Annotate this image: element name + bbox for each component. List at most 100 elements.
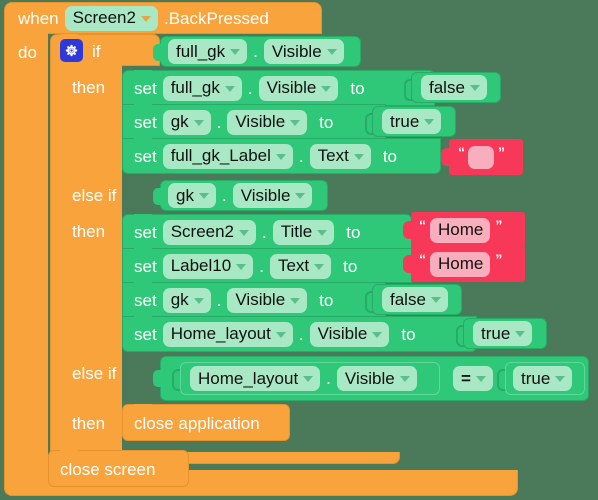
- text-block-2-2-plug: [403, 255, 413, 273]
- text-value-field-2-1[interactable]: Home: [430, 217, 491, 243]
- setter-1-2-to-label: to: [319, 112, 334, 132]
- chevron-down-icon[interactable]: [424, 119, 435, 125]
- chevron-down-icon[interactable]: [372, 331, 383, 338]
- chevron-down-icon[interactable]: [193, 297, 204, 304]
- setter-2-2-property: Text: [277, 256, 310, 275]
- chevron-down-icon[interactable]: [317, 229, 328, 236]
- setter-1-1-dot: .: [247, 78, 253, 98]
- chevron-down-icon[interactable]: [326, 49, 337, 55]
- condition-3-plug: [153, 370, 162, 387]
- setter-2-4-property-field[interactable]: Visible: [309, 321, 390, 347]
- condition-1-property-field[interactable]: Visible: [263, 39, 344, 64]
- chevron-down-icon[interactable]: [239, 229, 250, 236]
- text-value-field-empty[interactable]: [468, 145, 494, 169]
- setter-2-1-to-label: to: [346, 222, 361, 242]
- setter-2-2-dot: .: [259, 256, 264, 276]
- chevron-down-icon[interactable]: [275, 153, 286, 160]
- when-label: when: [18, 8, 59, 28]
- chevron-down-icon[interactable]: [275, 331, 286, 338]
- chevron-down-icon[interactable]: [399, 376, 410, 382]
- condition-1-component-field[interactable]: full_gk: [168, 39, 248, 64]
- chevron-down-icon[interactable]: [236, 263, 247, 270]
- setter-1-3-property-field[interactable]: Text: [309, 143, 371, 169]
- condition-1-dot: .: [253, 42, 258, 61]
- comparison-operator-field[interactable]: =: [453, 366, 493, 391]
- if-label-row: if: [92, 40, 101, 62]
- setter-2-4-component-field[interactable]: Home_layout: [162, 321, 293, 347]
- then-label-3: then: [72, 413, 106, 433]
- chevron-down-icon[interactable]: [321, 85, 332, 92]
- chevron-down-icon[interactable]: [303, 376, 314, 382]
- text-value-field-2-2[interactable]: Home: [430, 251, 491, 277]
- setter-2-1-dot: .: [262, 222, 267, 242]
- chevron-down-icon[interactable]: [198, 193, 209, 199]
- setter-1-2-property-field[interactable]: Visible: [227, 109, 308, 135]
- close-application-row: close application: [134, 411, 260, 435]
- setter-2-1-row: set Screen2 . Title to: [134, 219, 360, 245]
- setter-2-4-to-label: to: [401, 324, 416, 344]
- set-label: set: [134, 112, 157, 132]
- setter-1-3-component-field[interactable]: full_gk_Label: [162, 143, 293, 169]
- chevron-down-icon[interactable]: [295, 193, 306, 199]
- logic-value-1-1: false: [429, 77, 465, 97]
- text-block-empty-row: “ ”: [458, 144, 505, 169]
- open-quote: “: [458, 144, 465, 160]
- chevron-down-icon[interactable]: [140, 15, 151, 22]
- condition-2-component-field[interactable]: gk: [168, 183, 216, 208]
- setter-2-3-property: Visible: [235, 290, 286, 309]
- logic-value-field-2-4[interactable]: true: [473, 321, 533, 346]
- logic-value-1-2: true: [390, 111, 420, 131]
- chevron-down-icon[interactable]: [314, 263, 325, 270]
- setter-1-2-component-field[interactable]: gk: [162, 109, 211, 135]
- chevron-down-icon[interactable]: [193, 119, 204, 126]
- chevron-down-icon[interactable]: [353, 153, 364, 160]
- condition-3-getter-row: Home_layout . Visible: [190, 366, 417, 391]
- setter-2-3-component-field[interactable]: gk: [162, 287, 211, 313]
- setter-1-1-component-field[interactable]: full_gk: [162, 75, 242, 101]
- mutator-gear-button[interactable]: [60, 39, 83, 62]
- condition-3-property-field[interactable]: Visible: [336, 366, 417, 391]
- set-label: set: [134, 324, 157, 344]
- chevron-down-icon[interactable]: [475, 376, 486, 382]
- logic-value-field-1-2[interactable]: true: [382, 109, 442, 134]
- chevron-down-icon[interactable]: [469, 85, 480, 91]
- chevron-down-icon[interactable]: [290, 119, 301, 126]
- setter-2-2-component-field[interactable]: Label10: [162, 253, 254, 279]
- setter-2-1-property-field[interactable]: Title: [272, 219, 335, 245]
- condition-3-component-field[interactable]: Home_layout: [190, 366, 321, 391]
- chevron-down-icon[interactable]: [290, 297, 301, 304]
- condition-3-right-field[interactable]: true: [513, 366, 573, 391]
- text-block-2-2-row: “ Home ”: [419, 251, 502, 277]
- setter-1-3-to-label: to: [382, 146, 397, 166]
- then-label-2: then: [72, 221, 106, 241]
- chevron-down-icon[interactable]: [230, 49, 241, 55]
- chevron-down-icon[interactable]: [555, 376, 566, 382]
- setter-2-3-property-field[interactable]: Visible: [227, 287, 308, 313]
- do-row: do: [18, 42, 37, 62]
- if-label: if: [92, 41, 101, 61]
- condition-1-row: full_gk . Visible: [168, 39, 344, 64]
- logic-value-field-2-3[interactable]: false: [382, 287, 448, 312]
- chevron-down-icon[interactable]: [224, 85, 235, 92]
- setter-1-3-dot: .: [298, 146, 304, 166]
- comparison-operator: =: [461, 368, 471, 388]
- condition-2-component: gk: [176, 185, 194, 205]
- setter-2-4-dot: .: [298, 324, 304, 344]
- else-if-1-row: else if: [72, 184, 116, 206]
- setter-2-1-component-field[interactable]: Screen2: [162, 219, 257, 245]
- event-component-field[interactable]: Screen2: [64, 5, 158, 31]
- chevron-down-icon[interactable]: [430, 297, 441, 303]
- close-screen-notch: [60, 450, 78, 455]
- condition-1-plug: [153, 44, 162, 61]
- setter-1-1-property-field[interactable]: Visible: [258, 75, 339, 101]
- condition-2-property-field[interactable]: Visible: [232, 183, 313, 208]
- setter-1-2-row: set gk . Visible to: [134, 109, 333, 135]
- close-quote: ”: [495, 217, 502, 233]
- set-label: set: [134, 222, 157, 242]
- logic-value-field-1-1[interactable]: false: [421, 75, 487, 100]
- setter-2-2-property-field[interactable]: Text: [269, 253, 332, 279]
- else-if-label-1: else if: [72, 185, 117, 205]
- chevron-down-icon[interactable]: [515, 331, 526, 337]
- setter-1-1-to-label: to: [350, 78, 365, 98]
- do-label: do: [18, 42, 37, 62]
